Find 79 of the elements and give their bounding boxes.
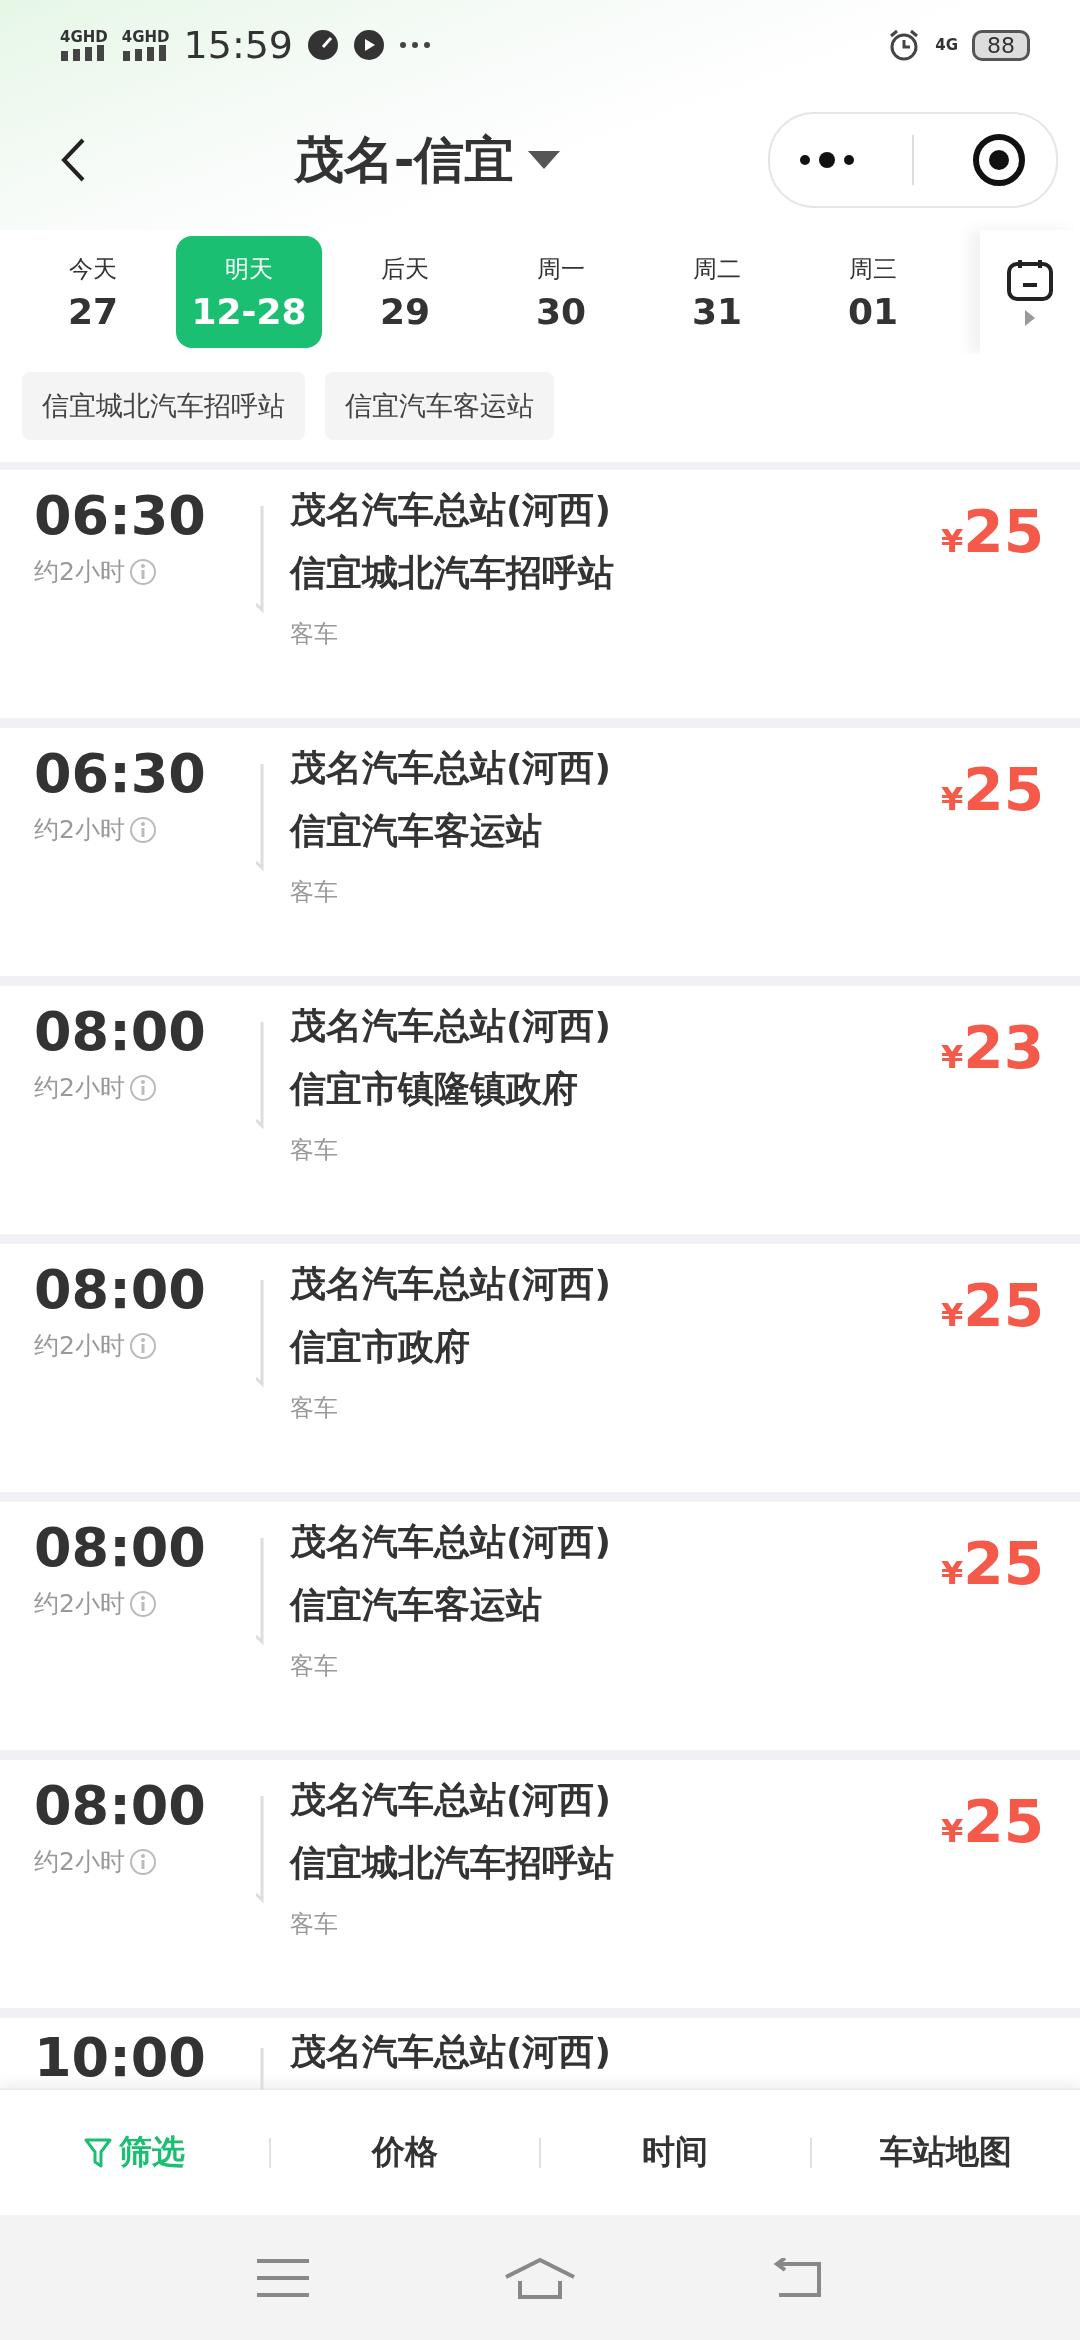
trip-card[interactable]: 08:00 约2小时 茂名汽车总站(河西) 信宜汽车客运站 客车 ¥25 bbox=[0, 1502, 1080, 1750]
gauge-icon bbox=[307, 29, 340, 61]
date-tab[interactable]: 周二 31 bbox=[644, 236, 790, 348]
departure-time: 08:00 bbox=[34, 1776, 207, 1836]
destination-station: 信宜市政府 bbox=[290, 1325, 471, 1369]
ticket-price: ¥25 bbox=[941, 497, 1044, 568]
filter-icon bbox=[83, 2136, 114, 2169]
origin-station: 茂名汽车总站(河西) bbox=[290, 1778, 612, 1822]
departure-time: 06:30 bbox=[34, 744, 207, 804]
home-icon[interactable] bbox=[504, 2256, 576, 2299]
vehicle-type: 客车 bbox=[290, 1909, 339, 1940]
duration-text: 约2小时 bbox=[34, 814, 125, 847]
trip-card[interactable]: 08:00 约2小时 茂名汽车总站(河西) 信宜市政府 客车 ¥25 bbox=[0, 1244, 1080, 1492]
station-chip[interactable]: 信宜汽车客运站 bbox=[325, 372, 554, 440]
duration-text: 约2小时 bbox=[34, 1072, 125, 1105]
filter-tab[interactable]: 车站地图 bbox=[811, 2129, 1080, 2176]
station-chip[interactable]: 信宜城北汽车招呼站 bbox=[22, 372, 305, 440]
vehicle-type: 客车 bbox=[290, 1135, 339, 1166]
ticket-price: ¥25 bbox=[941, 1271, 1044, 1342]
info-icon[interactable] bbox=[128, 1331, 157, 1360]
departure-time: 08:00 bbox=[34, 1002, 207, 1062]
play-icon bbox=[353, 29, 386, 61]
destination-station: 信宜汽车客运站 bbox=[290, 809, 543, 853]
departure-time: 06:30 bbox=[34, 486, 207, 546]
vehicle-type: 客车 bbox=[290, 619, 339, 650]
origin-station: 茂名汽车总站(河西) bbox=[290, 746, 612, 790]
info-icon[interactable] bbox=[128, 1073, 157, 1102]
caret-icon[interactable] bbox=[528, 151, 561, 169]
signal-indicator: 4GHD bbox=[121, 29, 170, 61]
date-tab[interactable]: 周三 01 bbox=[800, 236, 946, 348]
filter-tab[interactable]: 时间 bbox=[541, 2129, 810, 2176]
vehicle-type: 客车 bbox=[290, 1651, 339, 1682]
duration-text: 约2小时 bbox=[34, 1588, 125, 1621]
more-icon[interactable] bbox=[798, 152, 855, 168]
info-icon[interactable] bbox=[128, 1589, 157, 1618]
date-tab[interactable]: 今天 27 bbox=[20, 236, 166, 348]
calendar-icon bbox=[1006, 258, 1054, 302]
route-title[interactable]: 茂名-信宜 bbox=[293, 126, 515, 194]
calendar-button[interactable] bbox=[980, 230, 1080, 354]
arrow-icon bbox=[1025, 310, 1035, 326]
origin-station: 茂名汽车总站(河西) bbox=[290, 1004, 612, 1048]
duration-text: 约2小时 bbox=[34, 1846, 125, 1879]
trip-card[interactable]: 10:00 茂名汽车总站(河西) bbox=[0, 2018, 1080, 2090]
date-tab[interactable]: 后天 29 bbox=[332, 236, 478, 348]
origin-station: 茂名汽车总站(河西) bbox=[290, 2030, 612, 2074]
departure-time: 08:00 bbox=[34, 1518, 207, 1578]
more-icon bbox=[399, 41, 432, 49]
info-icon[interactable] bbox=[128, 815, 157, 844]
destination-station: 信宜汽车客运站 bbox=[290, 1583, 543, 1627]
menu-icon[interactable] bbox=[257, 2257, 310, 2298]
duration-text: 约2小时 bbox=[34, 556, 125, 589]
departure-time: 08:00 bbox=[34, 1260, 207, 1320]
origin-station: 茂名汽车总站(河西) bbox=[290, 1520, 612, 1564]
filter-tab[interactable]: 价格 bbox=[270, 2129, 539, 2176]
destination-station: 信宜城北汽车招呼站 bbox=[290, 551, 615, 595]
trip-card[interactable]: 06:30 约2小时 茂名汽车总站(河西) 信宜汽车客运站 客车 ¥25 bbox=[0, 728, 1080, 976]
date-tab[interactable]: 周一 30 bbox=[488, 236, 634, 348]
origin-station: 茂名汽车总站(河西) bbox=[290, 488, 612, 532]
vehicle-type: 客车 bbox=[290, 877, 339, 908]
info-icon[interactable] bbox=[128, 1847, 157, 1876]
battery-indicator: 88 bbox=[972, 29, 1030, 61]
destination-station: 信宜城北汽车招呼站 bbox=[290, 1841, 615, 1885]
trip-card[interactable]: 06:30 约2小时 茂名汽车总站(河西) 信宜城北汽车招呼站 客车 ¥25 bbox=[0, 470, 1080, 718]
trip-card[interactable]: 08:00 约2小时 茂名汽车总站(河西) 信宜城北汽车招呼站 客车 ¥25 bbox=[0, 1760, 1080, 2008]
destination-station: 信宜市镇隆镇政府 bbox=[290, 1067, 579, 1111]
status-time: 15:59 bbox=[183, 23, 294, 67]
trip-card[interactable]: 08:00 约2小时 茂名汽车总站(河西) 信宜市镇隆镇政府 客车 ¥23 bbox=[0, 986, 1080, 1234]
ticket-price: ¥23 bbox=[941, 1013, 1044, 1084]
network-indicator: 4G bbox=[935, 37, 958, 53]
ticket-price: ¥25 bbox=[941, 1529, 1044, 1600]
departure-time: 10:00 bbox=[34, 2028, 207, 2088]
duration-text: 约2小时 bbox=[34, 1330, 125, 1363]
info-icon[interactable] bbox=[128, 557, 157, 586]
signal-indicator: 4GHD bbox=[60, 29, 108, 61]
back-icon[interactable] bbox=[60, 137, 86, 183]
origin-station: 茂名汽车总站(河西) bbox=[290, 1262, 612, 1306]
ticket-price: ¥25 bbox=[941, 755, 1044, 826]
ticket-price: ¥25 bbox=[941, 1787, 1044, 1858]
vehicle-type: 客车 bbox=[290, 1393, 339, 1424]
